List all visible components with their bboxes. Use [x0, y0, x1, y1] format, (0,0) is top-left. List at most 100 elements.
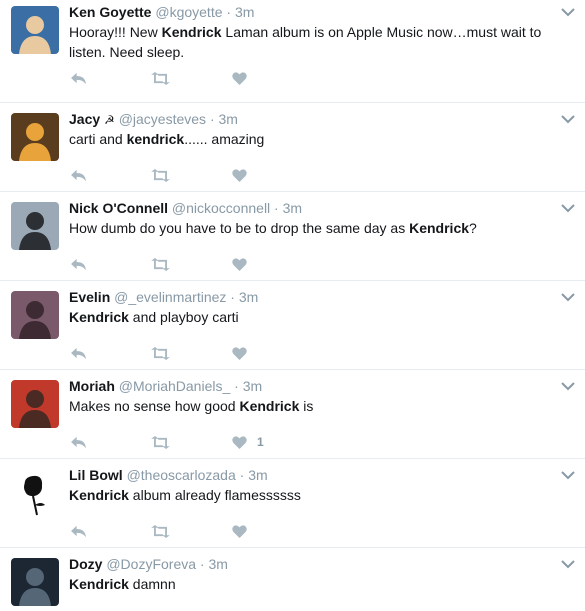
tweet-text: Kendrick and playboy carti	[69, 307, 569, 327]
tweet-actions	[69, 166, 289, 184]
tweet-header: Nick O'Connell @nickocconnell · 3m	[69, 199, 302, 218]
tweet[interactable]: Jacy ☭ @jacyesteves · 3m carti and kendri…	[0, 103, 585, 192]
name-emoji: ☭	[104, 113, 115, 127]
chevron-down-icon[interactable]	[561, 200, 575, 213]
like-icon[interactable]	[232, 344, 247, 362]
avatar[interactable]	[11, 6, 59, 54]
avatar[interactable]	[11, 469, 59, 517]
separator-dot: ·	[230, 378, 243, 394]
tweet-header: Lil Bowl @theoscarlozada · 3m	[69, 466, 268, 485]
retweet-icon[interactable]	[150, 69, 171, 87]
retweet-icon[interactable]	[150, 166, 171, 184]
display-name[interactable]: Evelin	[69, 289, 110, 305]
username[interactable]: @MoriahDaniels_	[119, 378, 230, 394]
text-segment: damnn	[128, 576, 176, 592]
reply-icon[interactable]	[70, 433, 87, 451]
avatar[interactable]	[11, 113, 59, 161]
tweet-header: Evelin @_evelinmartinez · 3m	[69, 288, 258, 307]
username[interactable]: @_evelinmartinez	[114, 289, 226, 305]
text-segment: Hooray!!! New	[69, 24, 162, 40]
separator-dot: ·	[206, 111, 219, 127]
tweet-actions	[69, 344, 289, 362]
retweet-icon[interactable]	[150, 522, 171, 540]
like-count: 1	[257, 435, 264, 449]
avatar[interactable]	[11, 380, 59, 428]
like-icon[interactable]	[232, 255, 247, 273]
separator-dot: ·	[226, 289, 239, 305]
reply-icon[interactable]	[70, 69, 87, 87]
highlighted-keyword: kendrick	[126, 131, 185, 147]
username[interactable]: @theoscarlozada	[127, 467, 236, 483]
tweet-text: Kendrick album already flamessssss	[69, 485, 569, 505]
tweet[interactable]: Dozy @DozyForeva · 3m Kendrick damnn	[0, 548, 585, 611]
separator-dot: ·	[222, 4, 235, 20]
tweet-header: Ken Goyette @kgoyette · 3m	[69, 3, 254, 22]
text-segment: album already flamessssss	[128, 487, 301, 503]
tweet-text: carti and kendrick...... amazing	[69, 129, 569, 149]
highlighted-keyword: Kendrick	[69, 309, 129, 325]
chevron-down-icon[interactable]	[561, 556, 575, 569]
highlighted-keyword: Kendrick	[239, 398, 300, 414]
display-name[interactable]: Jacy	[69, 111, 100, 127]
timestamp[interactable]: 3m	[243, 378, 262, 394]
retweet-icon[interactable]	[150, 433, 171, 451]
display-name[interactable]: Ken Goyette	[69, 4, 151, 20]
text-segment: is	[299, 398, 314, 414]
tweet-feed: Ken Goyette @kgoyette · 3m Hooray!!! New …	[0, 0, 585, 611]
like-icon[interactable]	[232, 69, 247, 87]
chevron-down-icon[interactable]	[561, 4, 575, 17]
chevron-down-icon[interactable]	[561, 467, 575, 480]
highlighted-keyword: Kendrick	[69, 487, 129, 503]
timestamp[interactable]: 3m	[283, 200, 302, 216]
chevron-down-icon[interactable]	[561, 378, 575, 391]
tweet[interactable]: Lil Bowl @theoscarlozada · 3m Kendrick al…	[0, 459, 585, 548]
separator-dot: ·	[196, 556, 209, 572]
text-segment: ?	[469, 220, 477, 236]
tweet-actions	[69, 255, 289, 273]
tweet-actions: 1	[69, 433, 289, 451]
text-segment: carti and	[69, 131, 127, 147]
timestamp[interactable]: 3m	[235, 4, 254, 20]
avatar[interactable]	[11, 291, 59, 339]
username[interactable]: @jacyesteves	[119, 111, 206, 127]
like-icon[interactable]: 1	[232, 433, 264, 451]
tweet-header: Jacy ☭ @jacyesteves · 3m	[69, 110, 238, 129]
retweet-icon[interactable]	[150, 255, 171, 273]
avatar[interactable]	[11, 558, 59, 606]
timestamp[interactable]: 3m	[219, 111, 238, 127]
text-segment: How dumb do you have to be to drop the s…	[69, 220, 410, 236]
timestamp[interactable]: 3m	[248, 467, 267, 483]
reply-icon[interactable]	[70, 166, 87, 184]
tweet-text: Hooray!!! New Kendrick Laman album is on…	[69, 22, 569, 62]
timestamp[interactable]: 3m	[208, 556, 227, 572]
tweet-actions	[69, 69, 289, 87]
text-segment: Makes no sense how good	[69, 398, 240, 414]
tweet[interactable]: Nick O'Connell @nickocconnell · 3m How du…	[0, 192, 585, 281]
username[interactable]: @kgoyette	[155, 4, 222, 20]
retweet-icon[interactable]	[150, 344, 171, 362]
username[interactable]: @nickocconnell	[172, 200, 270, 216]
like-icon[interactable]	[232, 522, 247, 540]
tweet-actions	[69, 522, 289, 540]
highlighted-keyword: Kendrick	[69, 576, 129, 592]
reply-icon[interactable]	[70, 344, 87, 362]
highlighted-keyword: Kendrick	[409, 220, 470, 236]
tweet-header: Moriah @MoriahDaniels_ · 3m	[69, 377, 262, 396]
reply-icon[interactable]	[70, 522, 87, 540]
display-name[interactable]: Dozy	[69, 556, 102, 572]
like-icon[interactable]	[232, 166, 247, 184]
text-segment: and playboy carti	[128, 309, 239, 325]
reply-icon[interactable]	[70, 255, 87, 273]
display-name[interactable]: Lil Bowl	[69, 467, 123, 483]
display-name[interactable]: Moriah	[69, 378, 115, 394]
chevron-down-icon[interactable]	[561, 289, 575, 302]
avatar[interactable]	[11, 202, 59, 250]
chevron-down-icon[interactable]	[561, 111, 575, 124]
timestamp[interactable]: 3m	[239, 289, 258, 305]
username[interactable]: @DozyForeva	[106, 556, 196, 572]
tweet[interactable]: Ken Goyette @kgoyette · 3m Hooray!!! New …	[0, 0, 585, 103]
tweet[interactable]: Moriah @MoriahDaniels_ · 3m Makes no sens…	[0, 370, 585, 459]
tweet-text: Makes no sense how good Kendrick is	[69, 396, 569, 416]
tweet[interactable]: Evelin @_evelinmartinez · 3m Kendrick and…	[0, 281, 585, 370]
display-name[interactable]: Nick O'Connell	[69, 200, 168, 216]
